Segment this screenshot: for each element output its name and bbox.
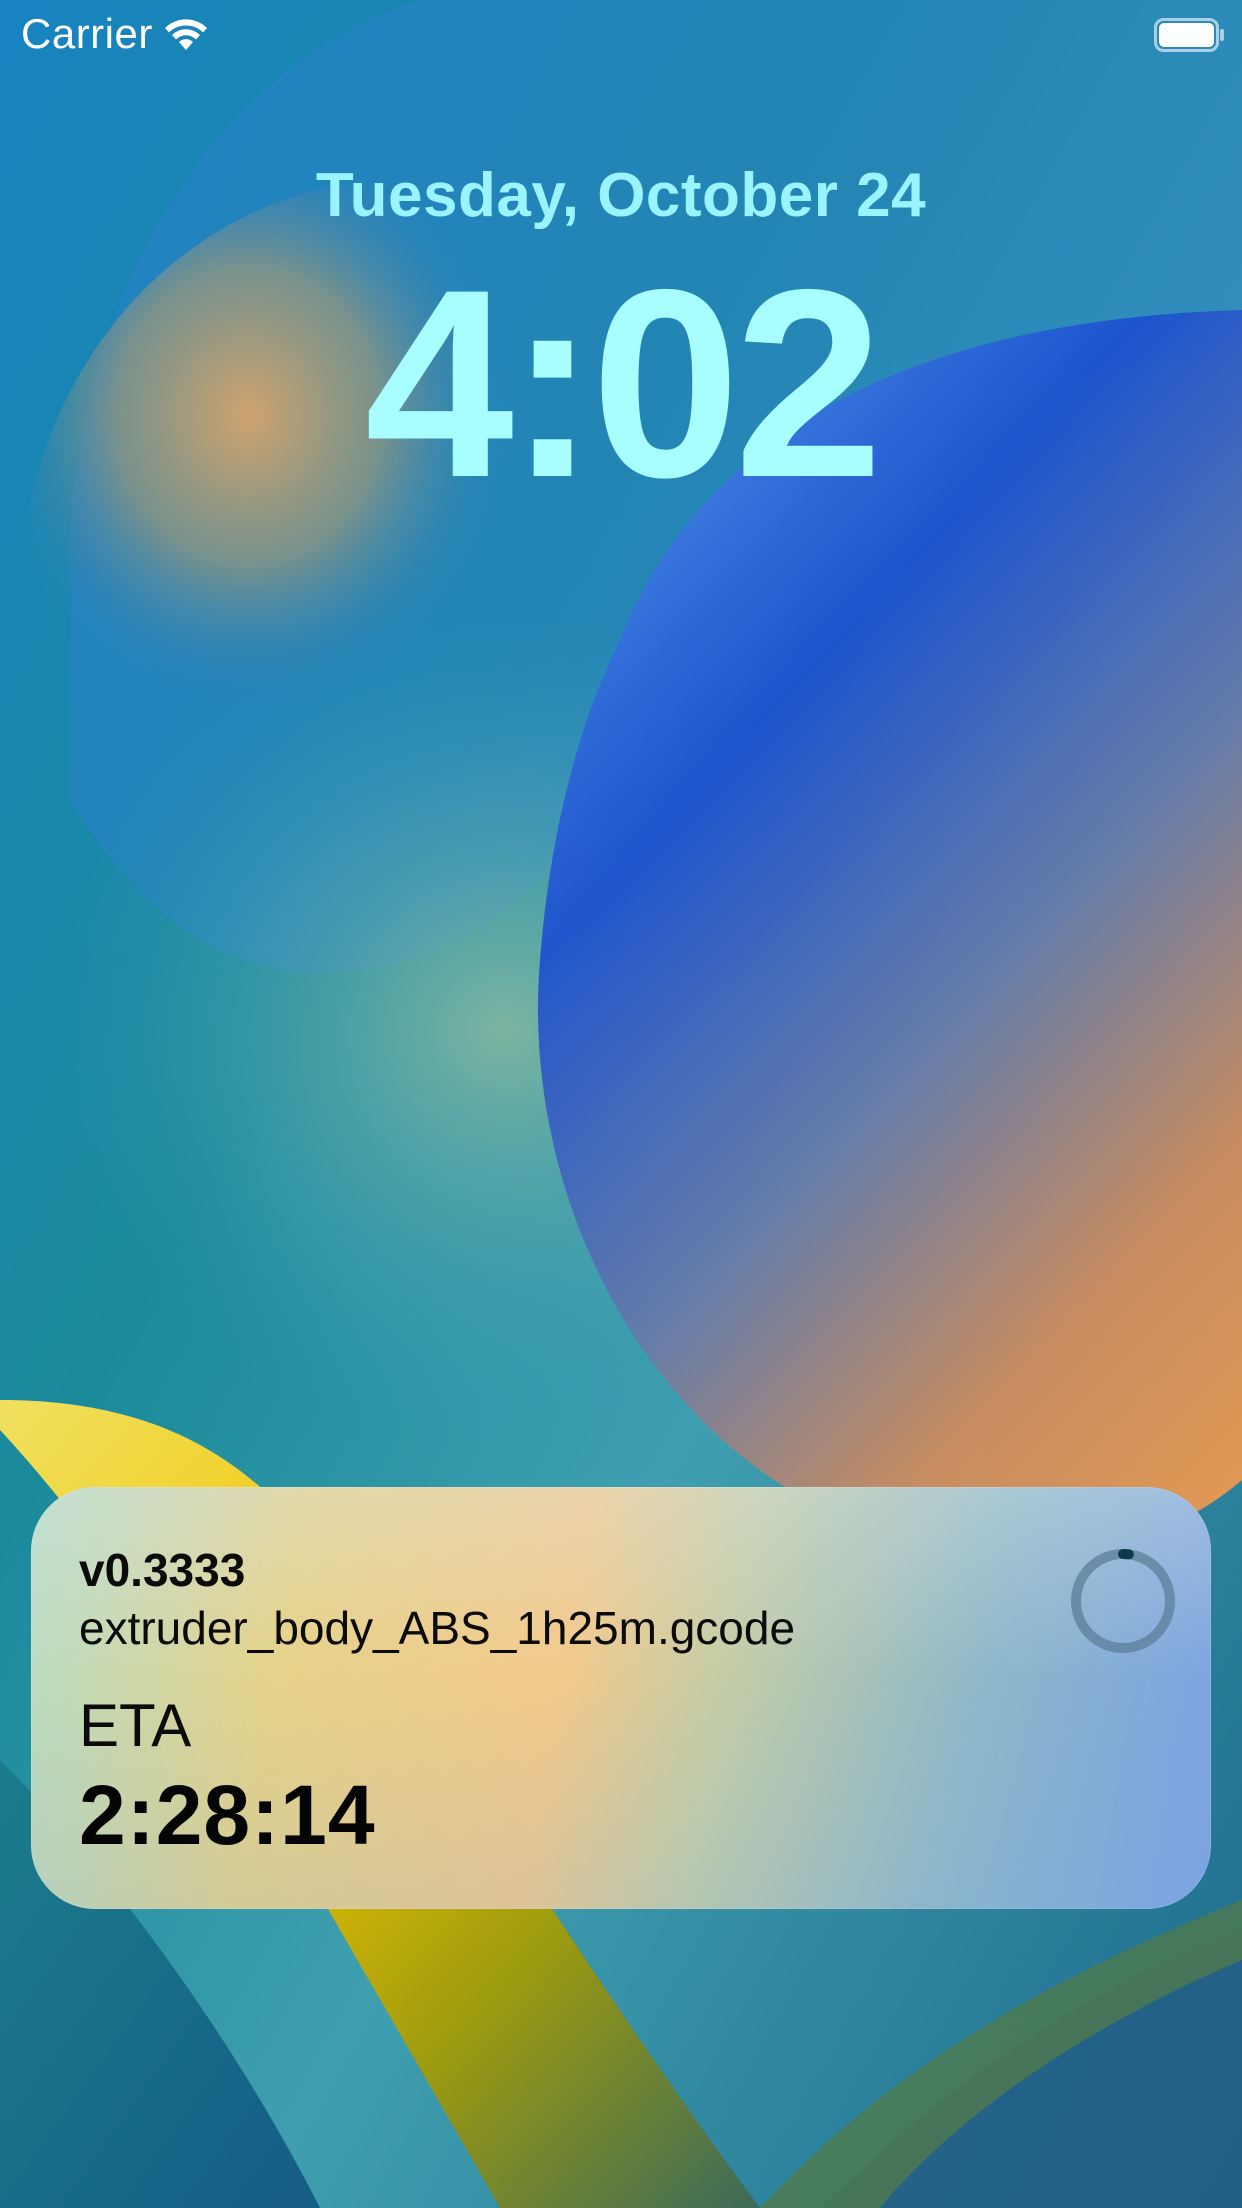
battery-icon	[1154, 18, 1224, 52]
print-filename: extruder_body_ABS_1h25m.gcode	[79, 1602, 796, 1654]
eta-value: 2:28:14	[79, 1768, 376, 1862]
carrier-label: Carrier	[21, 10, 153, 57]
progress-track	[1071, 1549, 1175, 1653]
eta-label: ETA	[79, 1692, 192, 1759]
live-activity-card[interactable]: v0.3333 extruder_body_ABS_1h25m.gcode ET…	[31, 1487, 1211, 1909]
progress-ring-icon	[1071, 1549, 1175, 1653]
lock-screen-time: 4:02	[364, 233, 883, 533]
lock-screen: Carrier Tuesday, October 24 4:02 v0.3333…	[0, 0, 1242, 2208]
status-bar: Carrier	[0, 0, 1242, 70]
lock-screen-date: Tuesday, October 24	[315, 161, 927, 230]
wifi-icon	[165, 19, 207, 50]
version-label: v0.3333	[79, 1544, 246, 1596]
